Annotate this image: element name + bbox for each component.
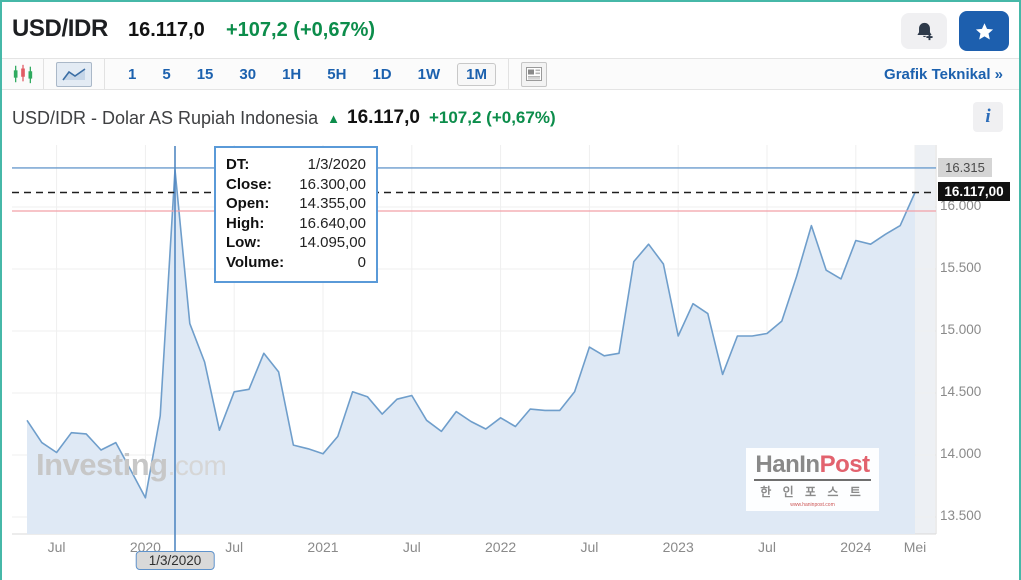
y-axis-label: 14.500 bbox=[940, 384, 996, 399]
interval-buttons: 15 15 30 1H 5H 1D 1W 1M bbox=[119, 63, 496, 86]
tooltip-label: DT: bbox=[226, 155, 249, 175]
tooltip-row: Open: 14.355,00 bbox=[226, 194, 366, 214]
header-price: 16.117,0 bbox=[128, 19, 205, 42]
x-axis-label: 2022 bbox=[471, 539, 531, 555]
tooltip-label: Open: bbox=[226, 194, 269, 214]
x-axis-label: Jul bbox=[559, 539, 619, 555]
star-icon bbox=[974, 21, 995, 42]
tooltip-value: 14.095,00 bbox=[299, 233, 366, 253]
interval-button-1m[interactable]: 1M bbox=[457, 63, 496, 86]
tooltip-value: 0 bbox=[358, 253, 366, 273]
candlestick-chart-button[interactable] bbox=[2, 59, 44, 89]
investing-watermark-bold: Investing bbox=[36, 447, 168, 482]
x-axis-label: Jul bbox=[737, 539, 797, 555]
chart-price: 16.117,0 bbox=[347, 107, 420, 129]
y-axis-label: 13.500 bbox=[940, 508, 996, 523]
header-change-pct: (+0,67%) bbox=[293, 19, 375, 41]
tooltip-label: High: bbox=[226, 214, 264, 234]
interval-button-30[interactable]: 30 bbox=[230, 63, 265, 86]
candlestick-icon bbox=[12, 63, 34, 85]
tooltip-label: Low: bbox=[226, 233, 261, 253]
tooltip-row: Close: 16.300,00 bbox=[226, 175, 366, 195]
interval-button-15[interactable]: 15 bbox=[188, 63, 223, 86]
tooltip-row: DT: 1/3/2020 bbox=[226, 155, 366, 175]
x-axis-label: Jul bbox=[27, 539, 87, 555]
add-watchlist-star-button[interactable] bbox=[959, 11, 1009, 51]
interval-button-5[interactable]: 5 bbox=[153, 63, 179, 86]
haninpost-url-text: www.haninpost.com bbox=[754, 502, 871, 508]
chart-layout-button[interactable] bbox=[521, 62, 547, 87]
y-axis-label: 15.500 bbox=[940, 260, 996, 275]
x-axis-label: 2024 bbox=[826, 539, 886, 555]
header-change: +107,2 (+0,67%) bbox=[226, 19, 375, 42]
tooltip-label: Volume: bbox=[226, 253, 284, 273]
chart-title-row: USD/IDR - Dolar AS Rupiah Indonesia ▲ 16… bbox=[2, 97, 1019, 139]
create-alert-button[interactable] bbox=[901, 13, 947, 49]
interval-button-1w[interactable]: 1W bbox=[409, 63, 450, 86]
chart-tooltip: DT: 1/3/2020 Close: 16.300,00 Open: 14.355,… bbox=[214, 146, 378, 283]
chart-change: +107,2 (+0,67%) bbox=[429, 108, 556, 128]
layout-icon bbox=[526, 67, 542, 81]
x-axis-label: Jul bbox=[382, 539, 442, 555]
bell-plus-icon bbox=[913, 20, 936, 43]
current-period-strip bbox=[915, 145, 935, 534]
tooltip-row: Volume: 0 bbox=[226, 253, 366, 273]
area-chart-icon bbox=[61, 66, 87, 82]
haninpost-korean-text: 한 인 포 스 트 bbox=[754, 483, 871, 500]
x-axis-label: Mei bbox=[885, 539, 933, 555]
tooltip-row: High: 16.640,00 bbox=[226, 214, 366, 234]
usdidr-chart-widget: USD/IDR 16.117,0 +107,2 (+0,67%) bbox=[0, 0, 1021, 580]
price-chart-canvas[interactable] bbox=[2, 142, 1021, 580]
x-axis-label: 2021 bbox=[293, 539, 353, 555]
last-price-badge: 16.117,00 bbox=[938, 182, 1010, 201]
tooltip-label: Close: bbox=[226, 175, 272, 195]
grafik-teknikal-link[interactable]: Grafik Teknikal » bbox=[884, 66, 1003, 83]
tooltip-value: 16.640,00 bbox=[299, 214, 366, 234]
haninpost-watermark: HanInPost 한 인 포 스 트 www.haninpost.com bbox=[746, 448, 879, 511]
x-axis-label: 2023 bbox=[648, 539, 708, 555]
haninpost-divider bbox=[754, 479, 871, 481]
tooltip-value: 1/3/2020 bbox=[308, 155, 366, 175]
interval-button-1[interactable]: 1 bbox=[119, 63, 145, 86]
haninpost-red-text: Post bbox=[820, 451, 870, 478]
tooltip-value: 14.355,00 bbox=[299, 194, 366, 214]
pair-symbol: USD/IDR bbox=[12, 15, 108, 43]
investing-watermark: Investing.com bbox=[36, 447, 226, 483]
chart-toolbar: 15 15 30 1H 5H 1D 1W 1M Grafik Teknikal » bbox=[2, 58, 1019, 90]
toolbar-divider bbox=[104, 59, 105, 89]
interval-button-1d[interactable]: 1D bbox=[363, 63, 400, 86]
chart-title: USD/IDR - Dolar AS Rupiah Indonesia bbox=[12, 108, 318, 129]
interval-button-1h[interactable]: 1H bbox=[273, 63, 310, 86]
haninpost-gray-text: HanIn bbox=[755, 451, 819, 478]
chart-change-pct: (+0,67%) bbox=[486, 108, 555, 127]
y-axis-label: 14.000 bbox=[940, 446, 996, 461]
area-chart-type-button[interactable] bbox=[56, 62, 92, 87]
interval-button-5h[interactable]: 5H bbox=[318, 63, 355, 86]
info-button[interactable]: i bbox=[973, 102, 1003, 132]
crosshair-date-badge: 1/3/2020 bbox=[136, 551, 215, 570]
header-change-abs: +107,2 bbox=[226, 19, 288, 41]
tooltip-value: 16.300,00 bbox=[299, 175, 366, 195]
header: USD/IDR 16.117,0 +107,2 (+0,67%) bbox=[2, 2, 1019, 56]
high-price-badge: 16.315 bbox=[938, 158, 992, 177]
investing-watermark-light: .com bbox=[168, 450, 227, 481]
up-arrow-icon: ▲ bbox=[327, 111, 340, 126]
chart-change-abs: +107,2 bbox=[429, 108, 481, 127]
tooltip-row: Low: 14.095,00 bbox=[226, 233, 366, 253]
y-axis-label: 15.000 bbox=[940, 322, 996, 337]
toolbar-divider bbox=[508, 59, 509, 89]
